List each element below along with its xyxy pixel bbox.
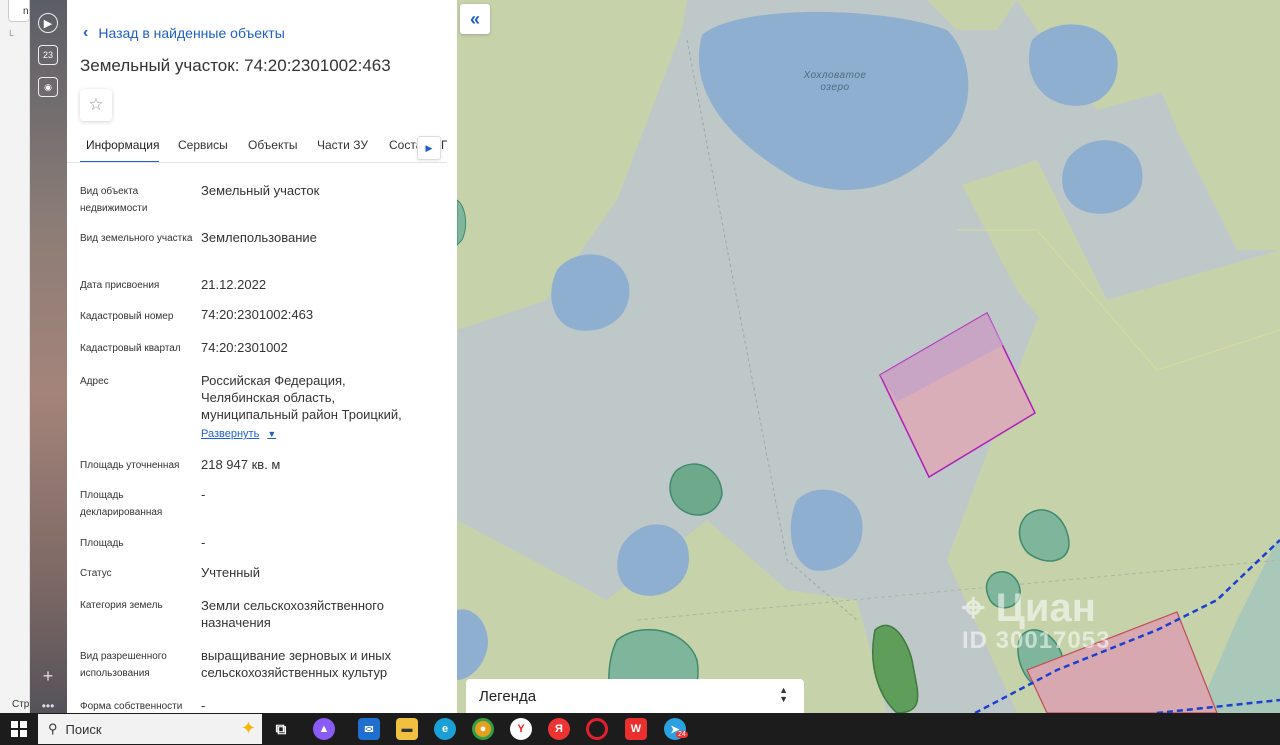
wps-icon[interactable]: W (625, 718, 647, 740)
page-title: Земельный участок: 74:20:2301002:463 (80, 56, 391, 75)
expand-address-link[interactable]: Развернуть ▼ (201, 428, 276, 440)
row-value-cadastral-quarter: 74:20:2301002 (201, 340, 288, 355)
map-canvas (457, 0, 1280, 713)
calendar-icon[interactable]: 23 (38, 45, 58, 65)
double-chevron-left-icon: « (469, 8, 480, 29)
row-label-land-category: Категория земель (80, 600, 163, 611)
legend-toggle[interactable]: Легенда ▲ ▼ (466, 679, 804, 713)
windows-icon (11, 721, 27, 737)
row-label-cadastral-number: Кадастровый номер (80, 311, 174, 322)
row-label-land-type: Вид земельного участка (80, 233, 193, 244)
lake-shape (551, 254, 630, 331)
tab-fragment-text: n (23, 6, 29, 17)
row-label-area: Площадь (80, 538, 124, 549)
row-label-cadastral-quarter: Кадастровый квартал (80, 343, 181, 354)
search-label: Поиск (65, 721, 102, 737)
chevron-down-icon: ▼ (267, 429, 277, 439)
yandex-browser-icon[interactable]: Y (510, 718, 532, 740)
sparkle-icon: ✦ (240, 718, 256, 738)
expand-updown-icon: ▲ ▼ (779, 685, 788, 704)
row-value-address: Российская Федерация, Челябинская област… (201, 373, 402, 422)
active-tab-indicator (80, 161, 159, 162)
row-value-area-specified: 218 947 кв. м (201, 457, 281, 472)
alice-icon[interactable]: ▲ (313, 718, 335, 740)
corner-mark: └ (7, 30, 14, 40)
row-label-object-type: Вид объекта недвижимости (80, 186, 148, 214)
browser-tab-fragment[interactable]: n (8, 0, 30, 22)
back-link[interactable]: ‹ Назад в найденные объекты (83, 24, 285, 42)
star-icon: ☆ (88, 95, 104, 114)
explorer-icon[interactable]: ▬ (396, 718, 418, 740)
lake-shape (1028, 24, 1118, 106)
map-view[interactable]: « Хохловатое озеро ⌖ Циан ID 30017053 Ле… (457, 0, 1280, 713)
row-label-area-declared: Площадь декларированная (80, 490, 163, 518)
plus-icon[interactable]: + (38, 666, 58, 686)
browser-edge: n └ Стр (0, 0, 30, 713)
caret-right-icon: ▶ (425, 142, 433, 153)
row-label-address: Адрес (80, 376, 109, 387)
windows-taskbar: ⚲ Поиск ✦ ⧉ ▲ ✉ ▬ e ● Y Я W ➤ 24 (0, 713, 1280, 745)
search-icon: ⚲ (48, 721, 58, 736)
row-value-land-category: Земли сельскохозяйственного назначения (201, 598, 384, 630)
play-icon[interactable]: ▶ (38, 13, 58, 33)
wetland-shape (669, 463, 723, 516)
collapse-panel-button[interactable]: « (460, 4, 490, 34)
favorite-button[interactable]: ☆ (80, 89, 112, 121)
row-value-status: Учтенный (201, 565, 261, 580)
app-sidebar: ▶ 23 ◉ + ••• (30, 0, 67, 713)
watermark: ⌖ Циан ID 30017053 (962, 588, 1110, 654)
chevron-left-icon: ‹ (83, 24, 89, 41)
row-value-permitted-use: выращивание зерновых и иных сельскохозяй… (201, 648, 392, 680)
tab-bar: Информация Сервисы Объекты Части ЗУ Сост… (67, 128, 447, 163)
row-label-ownership: Форма собственности (80, 701, 183, 712)
expand-label: Развернуть (201, 428, 260, 440)
watermark-logo: ⌖ Циан (962, 586, 1096, 630)
info-panel: ‹ Назад в найденные объекты Земельный уч… (67, 0, 457, 713)
lake-shape (698, 11, 969, 190)
back-link-label: Назад в найденные объекты (98, 25, 285, 41)
row-value-area-declared: - (201, 487, 206, 502)
row-label-permitted-use: Вид разрешенного использования (80, 651, 167, 679)
row-label-area-specified: Площадь уточненная (80, 460, 180, 471)
row-value-object-type: Земельный участок (201, 183, 320, 198)
row-value-area: - (201, 535, 206, 550)
lake-shape (1062, 140, 1143, 214)
row-value-ownership: - (201, 698, 206, 713)
camera-icon[interactable]: ◉ (38, 77, 58, 97)
tab-services[interactable]: Сервисы (178, 138, 228, 152)
task-view-icon[interactable]: ⧉ (270, 718, 292, 740)
yandex-icon[interactable]: Я (548, 718, 570, 740)
row-label-status: Статус (80, 568, 112, 579)
start-button[interactable] (0, 713, 38, 745)
opera-icon[interactable] (586, 718, 608, 740)
tab-parts[interactable]: Части ЗУ (317, 138, 368, 152)
field-area (927, 0, 1017, 30)
legend-label: Легенда (479, 687, 537, 705)
taskbar-search[interactable]: ⚲ Поиск ✦ (38, 714, 262, 744)
lake-label: Хохловатое озеро (803, 70, 867, 93)
row-value-cadastral-number: 74:20:2301002:463 (201, 307, 314, 322)
status-fragment: Стр (12, 699, 30, 710)
tab-info[interactable]: Информация (86, 138, 159, 152)
watermark-id: ID 30017053 (962, 627, 1111, 654)
tab-more[interactable]: П (441, 138, 447, 152)
tab-objects[interactable]: Объекты (248, 138, 298, 152)
row-value-land-type: Землепользование (201, 230, 317, 245)
calendar-day: 23 (42, 50, 53, 60)
row-label-date: Дата присвоения (80, 280, 160, 291)
row-value-date: 21.12.2022 (201, 277, 267, 292)
chrome-icon[interactable]: ● (472, 718, 494, 740)
edge-icon[interactable]: e (434, 718, 456, 740)
telegram-badge: 24 (676, 731, 688, 738)
mail-icon[interactable]: ✉ (358, 718, 380, 740)
lake-shape (790, 489, 863, 571)
tabs-scroll-right-button[interactable]: ▶ (417, 136, 441, 160)
